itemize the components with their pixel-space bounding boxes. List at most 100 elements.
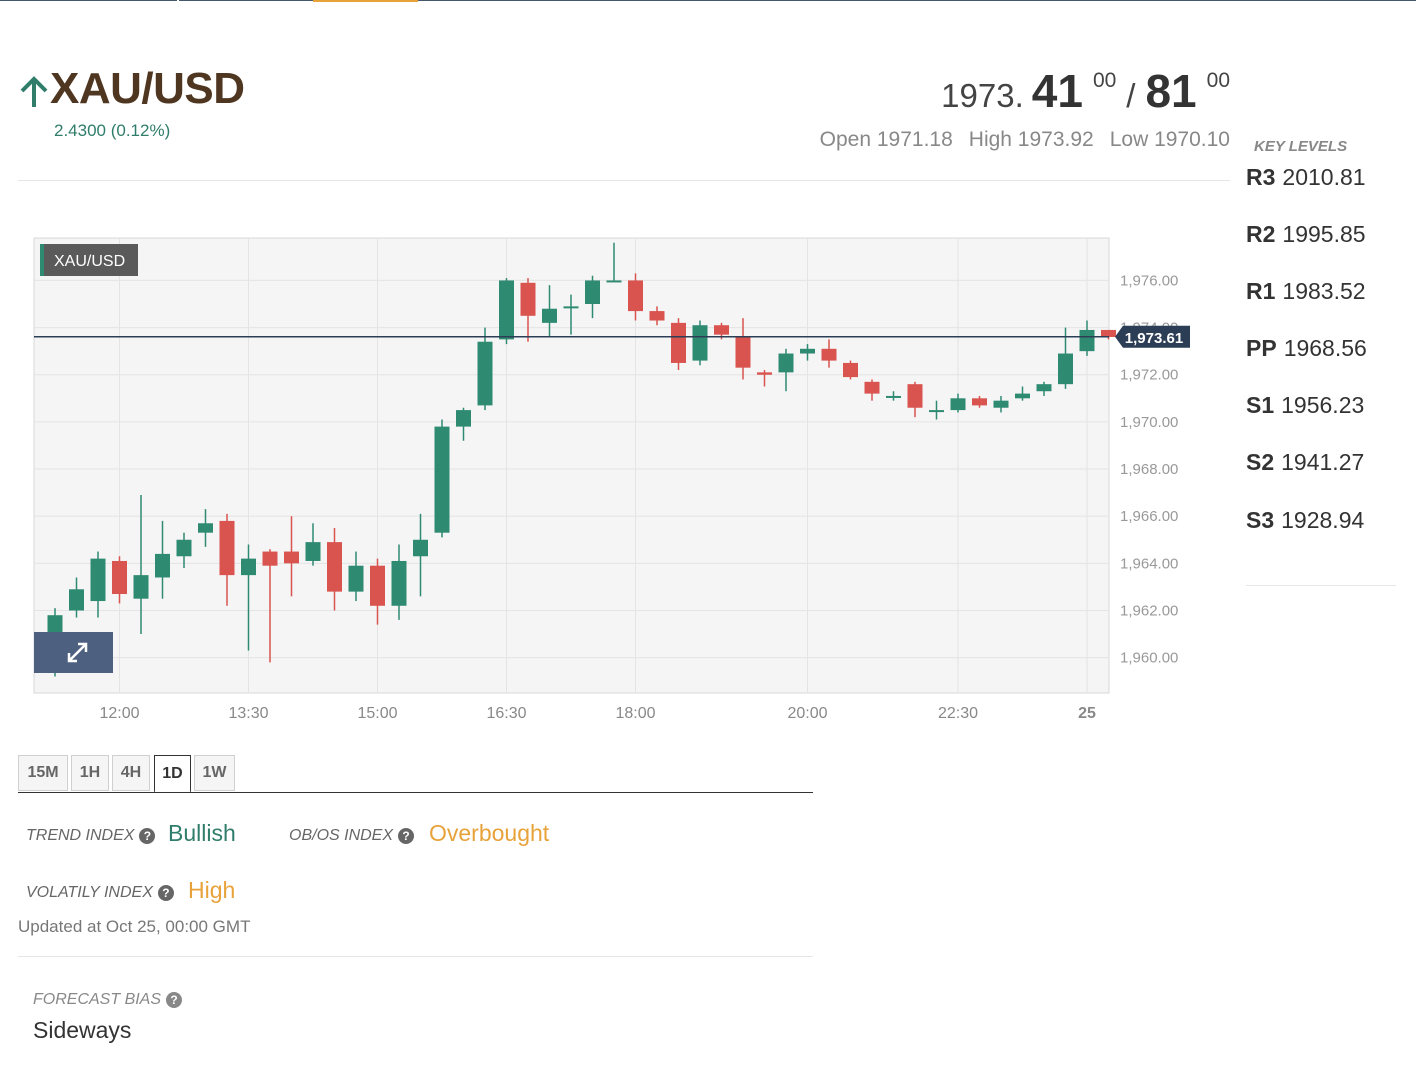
tab-15m[interactable]: 15M [18,755,68,791]
candle-body [434,426,450,533]
trend-index-value: Bullish [168,820,236,846]
expand-button[interactable] [34,632,113,673]
question-circle-icon[interactable]: ? [139,828,156,844]
candle-body [929,410,944,413]
candle-body [628,280,643,312]
candle-body [585,280,600,305]
question-circle-icon[interactable]: ? [398,828,415,844]
symbol-label: XAU/USD [54,253,125,270]
candlestick-chart-svg: 1,960.00 1,962.00 1,964.00 1,966.00 1,968.00… [33,237,1190,722]
candle-body [542,308,557,323]
bid-fraction: 00 [1092,69,1117,92]
y-tick-label: 1,972.00 [1120,367,1178,384]
candle-body [886,395,901,398]
x-tick-label: 13:30 [228,705,268,722]
low-value: Low 1970.10 [1109,128,1230,151]
indicators-divider [18,956,813,957]
ohl-summary: Open 1971.18 High 1973.92 Low 1970.10 [820,128,1230,152]
candle-body [972,398,987,406]
candle-body [1036,384,1052,392]
candle-body [907,384,923,408]
price-change: 2.4300 (0.12%) [54,121,171,140]
key-level-label: R3 [1246,164,1276,190]
price-chart[interactable]: 1,960.00 1,962.00 1,964.00 1,966.00 1,968.00… [0,230,1230,730]
key-level-s2: S2 1941.27 [1246,449,1364,476]
candle-body [370,565,385,606]
y-tick-label: 1,964.00 [1120,555,1178,572]
key-level-value: 1983.52 [1282,278,1366,304]
question-circle-icon[interactable]: ? [166,992,183,1008]
tab-1d[interactable]: 1D [154,755,191,793]
trend-index-label: TREND INDEX ? [26,827,156,845]
candle-body [69,589,84,611]
candle-body [735,337,751,368]
key-level-s3: S3 1928.94 [1246,507,1364,534]
pair-header: XAU/USD [18,64,245,114]
ask-fraction: 00 [1206,69,1230,92]
candle-body [606,280,622,283]
tab-4h[interactable]: 4H [112,755,150,791]
y-tick-label: 1,960.00 [1120,650,1178,667]
forecast-bias-text: FORECAST BIAS [33,991,162,1008]
key-level-label: S2 [1246,449,1275,475]
candle-body [993,400,1009,408]
candle-body [155,553,170,578]
key-levels-panel: KEY LEVELS R3 2010.81 R2 1995.85 R1 1983.52… [1246,138,1396,586]
x-tick-label: 16:30 [486,705,526,722]
candle-body [499,280,514,340]
key-level-value: 1995.85 [1282,221,1366,247]
key-level-label: R2 [1246,221,1276,247]
candle-body [133,575,149,599]
ask-pips: 81 [1145,65,1197,117]
key-level-s1: S1 1956.23 [1246,392,1364,419]
volatility-index-value: High [188,877,236,903]
candle-body [176,539,192,557]
updated-timestamp: Updated at Oct 25, 00:00 GMT [18,917,251,936]
obos-index-text: OB/OS INDEX [289,827,394,844]
key-levels-divider [1246,585,1396,586]
bid-prefix: 1973. [941,77,1024,114]
key-level-value: 2010.81 [1282,164,1366,190]
candle-body [391,560,407,606]
candle-body [821,348,837,361]
tab-1h[interactable]: 1H [71,755,109,791]
x-tick-label: 12:00 [99,705,139,722]
current-price-label: 1,973.61 [1125,330,1183,347]
x-tick-label: 22:30 [938,705,978,722]
tab-1w[interactable]: 1W [194,755,235,791]
y-tick-label: 1,962.00 [1120,602,1178,619]
y-tick-label: 1,968.00 [1120,461,1178,478]
candle-body [1079,329,1095,352]
quote-separator: / [1126,77,1136,114]
candle-body [649,311,665,321]
volatility-index-text: VOLATILY INDEX [26,884,153,901]
expand-button-bg [34,632,113,673]
candle-body [563,306,579,309]
key-level-value: 1928.94 [1281,507,1365,533]
symbol-label-accent [40,244,44,276]
question-circle-icon[interactable]: ? [157,885,174,901]
candle-body [348,565,364,592]
candle-body [284,551,299,564]
candle-body [520,282,536,316]
open-value: Open 1971.18 [819,128,953,151]
candle-body [843,362,858,378]
obos-index-value: Overbought [429,820,550,846]
forecast-bias-label: FORECAST BIAS ? [33,991,183,1009]
candle-body [950,398,966,411]
top-border-gap [177,0,179,2]
x-tick-label: 25 [1078,705,1096,722]
candle-body [112,560,127,594]
y-tick-label: 1,970.00 [1120,414,1178,431]
candle-body [327,542,342,592]
key-level-label: PP [1246,335,1277,361]
candle-body [219,520,235,576]
candle-body [864,381,880,394]
key-level-value: 1968.56 [1283,335,1367,361]
x-tick-label: 18:00 [615,705,655,722]
candle-body [1015,393,1030,399]
candle-body [714,325,729,335]
candle-body [1058,353,1073,385]
timeframe-tabs: 15M 1H 4H 1D 1W [18,755,813,793]
key-levels-title: KEY LEVELS [1254,138,1348,155]
